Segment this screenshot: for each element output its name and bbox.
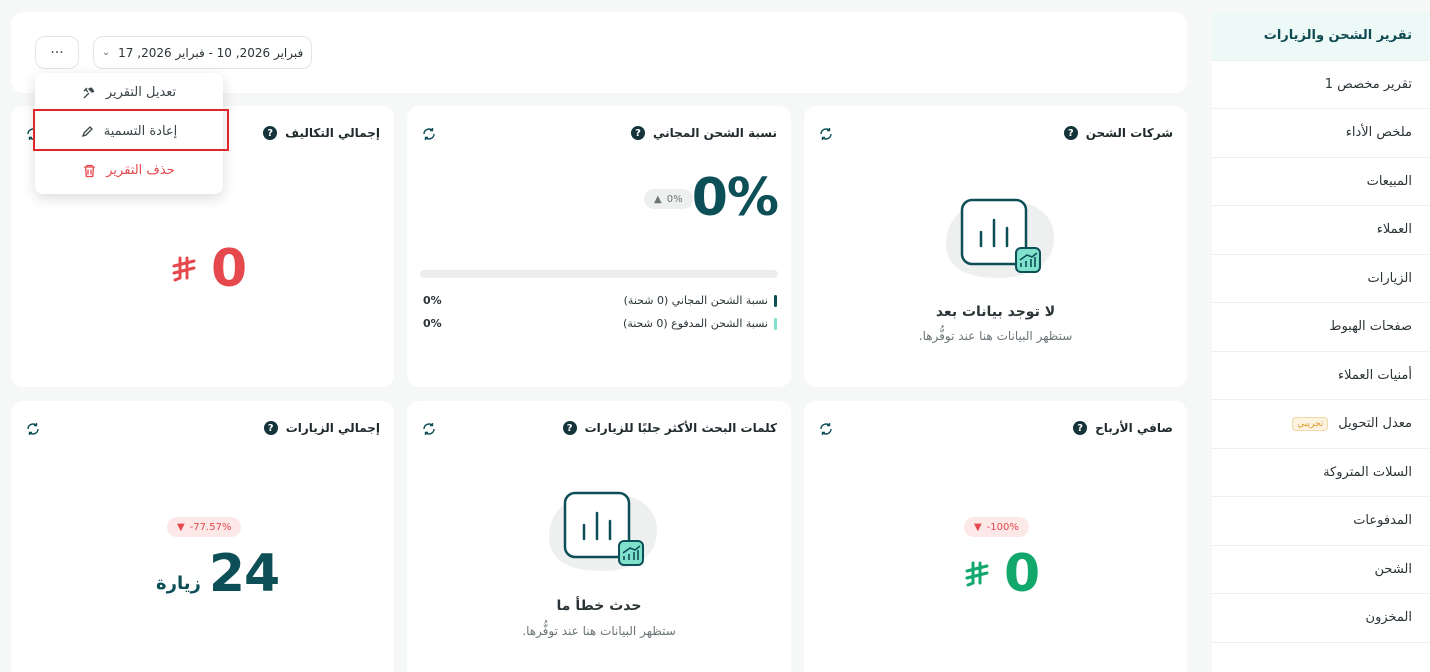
riyal-currency-icon: [172, 256, 196, 282]
legend-row-free: نسبة الشحن المجاني (0 شحنة) 0%: [423, 294, 777, 307]
change-badge: ▲ 0%: [644, 189, 693, 209]
sidebar-item-wishlists[interactable]: أمنيات العملاء: [1212, 352, 1430, 400]
card-title-row: كلمات البحث الأكثر جلبًا للزيارات ?: [562, 421, 777, 435]
refresh-icon[interactable]: [818, 126, 834, 142]
help-icon[interactable]: ?: [1073, 421, 1088, 435]
date-range-text: فبراير 2026, 10 - فبراير 2026, 17: [118, 45, 304, 60]
shipping-ratio-progress-bar: [420, 270, 778, 278]
more-options-button[interactable]: ···: [35, 36, 79, 69]
total-visits-value-row: زيارة 24: [156, 544, 280, 604]
help-icon[interactable]: ?: [263, 421, 278, 435]
net-profit-value-row: 0: [964, 544, 1040, 604]
sidebar-item-visits[interactable]: الزيارات: [1212, 255, 1430, 303]
empty-chart-icon: [549, 491, 657, 571]
sidebar-item-performance-summary[interactable]: ملخص الأداء: [1212, 109, 1430, 158]
beta-badge: تجريبي: [1292, 416, 1329, 431]
refresh-icon[interactable]: [25, 421, 41, 437]
visits-unit: زيارة: [156, 573, 201, 594]
empty-chart-icon: [946, 198, 1054, 278]
sidebar-item-shipping-visits-report[interactable]: تقرير الشحن والزيارات: [1212, 12, 1430, 61]
edit-tools-icon: [83, 86, 95, 98]
card-top-keywords: كلمات البحث الأكثر جلبًا للزيارات ? حدث …: [407, 401, 791, 672]
sidebar-item-inventory[interactable]: المخزون: [1212, 594, 1430, 643]
sidebar-item-conversion-rate[interactable]: معدل التحويل تجريبي: [1212, 400, 1430, 449]
refresh-icon[interactable]: [421, 421, 437, 437]
empty-state-title: لا توجد بيانات بعد: [935, 304, 1056, 320]
legend-swatch: [774, 317, 777, 330]
change-badge: ▼ -100%: [964, 517, 1029, 537]
card-title-row: شركات الشحن ?: [1063, 126, 1173, 140]
pencil-icon: [81, 126, 93, 138]
report-options-menu: تعديل التقرير إعادة التسمية حذف التقرير: [35, 73, 223, 194]
help-icon[interactable]: ?: [263, 126, 278, 140]
trash-icon: [84, 164, 96, 177]
sidebar-item-shipping[interactable]: الشحن: [1212, 546, 1430, 594]
card-title-row: إجمالي التكاليف ?: [263, 126, 380, 140]
free-shipping-value: 0%: [691, 168, 779, 228]
report-sidebar: تقرير الشحن والزيارات تقرير مخصص 1 ملخص …: [1212, 12, 1430, 672]
help-icon[interactable]: ?: [562, 421, 577, 435]
refresh-icon[interactable]: [818, 421, 834, 437]
sidebar-item-custom-report-1[interactable]: تقرير مخصص 1: [1212, 61, 1430, 109]
sidebar-item-sales[interactable]: المبيعات: [1212, 158, 1430, 206]
sidebar-item-landing-pages[interactable]: صفحات الهبوط: [1212, 303, 1430, 352]
menu-item-delete-report[interactable]: حذف التقرير: [35, 151, 223, 190]
legend-row-paid: نسبة الشحن المدفوع (0 شحنة) 0%: [423, 317, 777, 330]
card-total-visits: إجمالي الزيارات ? ▼ -77.57% زيارة 24: [11, 401, 394, 672]
help-icon[interactable]: ?: [1063, 126, 1078, 140]
legend-swatch: [774, 294, 777, 307]
sidebar-item-payments[interactable]: المدفوعات: [1212, 497, 1430, 546]
card-shipping-companies: شركات الشحن ? لا توجد بيانات بعد ستظهر ا…: [804, 106, 1187, 387]
menu-item-rename[interactable]: إعادة التسمية: [35, 112, 223, 151]
chevron-down-icon: ⌄: [101, 47, 111, 58]
menu-item-edit-report[interactable]: تعديل التقرير: [35, 73, 223, 112]
riyal-currency-icon: [965, 561, 989, 587]
sidebar-item-customers[interactable]: العملاء: [1212, 206, 1430, 255]
card-title-row: نسبة الشحن المجاني ?: [631, 126, 777, 140]
card-free-shipping-ratio: نسبة الشحن المجاني ? 0% ▲ 0% نسبة الشحن …: [407, 106, 791, 387]
empty-state-subtitle: ستظهر البيانات هنا عند توفُّرها.: [522, 624, 676, 638]
card-net-profit: صافي الأرباح ? ▼ -100% 0: [804, 401, 1187, 672]
date-range-picker[interactable]: فبراير 2026, 10 - فبراير 2026, 17 ⌄: [93, 36, 312, 69]
error-state-title: حدث خطأ ما: [556, 598, 642, 614]
empty-state-subtitle: ستظهر البيانات هنا عند توفُّرها.: [918, 329, 1073, 343]
help-icon[interactable]: ?: [631, 126, 645, 140]
triangle-down-icon: ▼: [177, 521, 185, 533]
refresh-icon[interactable]: [421, 126, 437, 142]
total-costs-value-row: 0: [171, 239, 247, 299]
triangle-down-icon: ▼: [974, 521, 982, 533]
sidebar-item-abandoned-carts[interactable]: السلات المتروكة: [1212, 449, 1430, 497]
card-title-row: صافي الأرباح ?: [1073, 421, 1173, 435]
triangle-up-icon: ▲: [654, 193, 662, 205]
change-badge: ▼ -77.57%: [167, 517, 242, 537]
card-title-row: إجمالي الزيارات ?: [263, 421, 380, 435]
